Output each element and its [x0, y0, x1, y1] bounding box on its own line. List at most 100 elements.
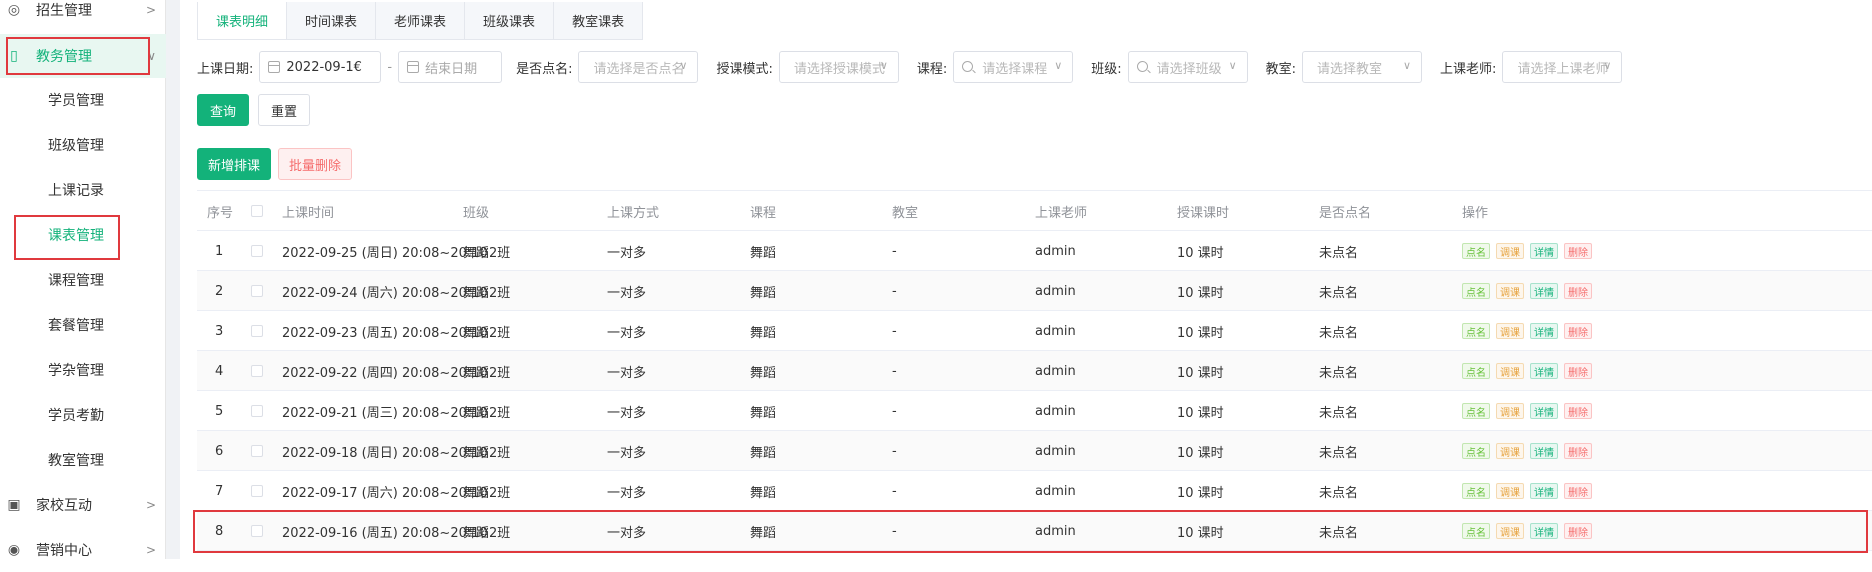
reschedule-button[interactable]: 调课	[1496, 363, 1524, 379]
details-button[interactable]: 详情	[1530, 323, 1558, 339]
sidebar-item-schedule[interactable]: 课表管理	[0, 213, 166, 257]
row-checkbox[interactable]	[251, 485, 263, 497]
delete-button[interactable]: 删除	[1564, 243, 1592, 259]
reschedule-button[interactable]: 调课	[1496, 403, 1524, 419]
select-all-checkbox-cell[interactable]	[251, 191, 263, 231]
details-button[interactable]: 详情	[1530, 403, 1558, 419]
sidebar-item-lesson-records[interactable]: 上课记录	[0, 168, 166, 212]
reset-button[interactable]: 重置	[258, 94, 310, 126]
table-row: 5 2022-09-21 (周三) 20:08~20:10 舞蹈2班 一对多 舞蹈 - ad…	[197, 391, 1872, 431]
row-checkbox-cell[interactable]	[251, 271, 263, 311]
gift-icon: ◉	[7, 542, 21, 558]
delete-button[interactable]: 删除	[1564, 443, 1592, 459]
row-checkbox-cell[interactable]	[251, 231, 263, 271]
roll-call-button[interactable]: 点名	[1462, 443, 1490, 459]
book-icon: ▯	[10, 48, 18, 64]
batch-delete-button[interactable]: 批量删除	[278, 148, 352, 180]
attendance-status: 未点名	[1319, 245, 1359, 261]
mode-select[interactable]: 请选择授课模式 ∨	[778, 51, 899, 83]
delete-button[interactable]: 删除	[1564, 483, 1592, 499]
lesson-hours: 10 课时	[1177, 485, 1224, 501]
menu-item-marketing[interactable]: ◉ 营销中心 >	[0, 528, 166, 572]
row-checkbox[interactable]	[251, 525, 263, 537]
row-checkbox-cell[interactable]	[251, 471, 263, 511]
delete-button[interactable]: 删除	[1564, 323, 1592, 339]
teacher-select[interactable]: 请选择上课老师 ∨	[1502, 51, 1623, 83]
details-button[interactable]: 详情	[1530, 443, 1558, 459]
row-actions: 点名 调课 详情 删除	[1462, 271, 1598, 311]
sidebar-item-fees[interactable]: 学杂管理	[0, 348, 166, 392]
row-checkbox-cell[interactable]	[251, 511, 263, 551]
menu-item-home-school[interactable]: ▣ 家校互动 >	[0, 483, 166, 527]
roll-call-button[interactable]: 点名	[1462, 403, 1490, 419]
room-select[interactable]: 请选择教室 ∨	[1302, 51, 1423, 83]
roll-call-button[interactable]: 点名	[1462, 283, 1490, 299]
reschedule-button[interactable]: 调课	[1496, 483, 1524, 499]
sidebar-item-packages[interactable]: 套餐管理	[0, 303, 166, 347]
reschedule-button[interactable]: 调课	[1496, 323, 1524, 339]
roll-call-button[interactable]: 点名	[1462, 323, 1490, 339]
sidebar-item-students[interactable]: 学员管理	[0, 78, 166, 122]
class-name: 舞蹈2班	[463, 525, 511, 541]
delete-button[interactable]: 删除	[1564, 403, 1592, 419]
date-end-placeholder: 结束日期	[425, 61, 478, 77]
roll-call-button[interactable]: 点名	[1462, 523, 1490, 539]
menu-item-enrollment[interactable]: ◎ 招生管理 >	[0, 0, 166, 32]
class-select[interactable]: 请选择班级 ∨	[1127, 51, 1248, 83]
reschedule-button[interactable]: 调课	[1496, 243, 1524, 259]
sidebar-item-classes[interactable]: 班级管理	[0, 123, 166, 167]
roll-call-button[interactable]: 点名	[1462, 363, 1490, 379]
date-start-input[interactable]: 2022-09-1€	[259, 51, 382, 83]
course-select[interactable]: 请选择课程 ∨	[953, 51, 1074, 83]
row-checkbox[interactable]	[251, 405, 263, 417]
reschedule-button[interactable]: 调课	[1496, 443, 1524, 459]
lesson-time: 2022-09-24 (周六) 20:08~20:10	[282, 285, 488, 301]
row-checkbox-cell[interactable]	[251, 431, 263, 471]
delete-button[interactable]: 删除	[1564, 363, 1592, 379]
sidebar-item-classrooms[interactable]: 教室管理	[0, 438, 166, 482]
course-name: 舞蹈	[750, 245, 777, 261]
tab-teacher-schedule[interactable]: 老师课表	[376, 2, 466, 39]
details-button[interactable]: 详情	[1530, 243, 1558, 259]
user-circle-icon: ◎	[7, 2, 21, 18]
row-checkbox-cell[interactable]	[251, 391, 263, 431]
details-button[interactable]: 详情	[1530, 483, 1558, 499]
tab-class-schedule[interactable]: 班级课表	[465, 2, 555, 39]
table-row: 7 2022-09-17 (周六) 20:08~20:10 舞蹈2班 一对多 舞蹈 - ad…	[197, 471, 1872, 511]
reschedule-button[interactable]: 调课	[1496, 523, 1524, 539]
reschedule-button[interactable]: 调课	[1496, 283, 1524, 299]
add-schedule-button[interactable]: 新增排课	[197, 148, 271, 180]
roll-call-button[interactable]: 点名	[1462, 483, 1490, 499]
classroom: -	[892, 523, 897, 539]
delete-button[interactable]: 删除	[1564, 283, 1592, 299]
teacher-name: admin	[1035, 323, 1076, 339]
details-button[interactable]: 详情	[1530, 523, 1558, 539]
row-checkbox[interactable]	[251, 445, 263, 457]
tab-schedule-detail[interactable]: 课表明细	[198, 2, 288, 39]
roll-call-button[interactable]: 点名	[1462, 243, 1490, 259]
chevron-down-icon: ∨	[1402, 59, 1412, 72]
sidebar-item-attendance[interactable]: 学员考勤	[0, 393, 166, 437]
tab-room-schedule[interactable]: 教室课表	[554, 2, 643, 39]
attendance-select[interactable]: 请选择是否点名 ∨	[578, 51, 699, 83]
classroom: -	[892, 363, 897, 379]
row-checkbox[interactable]	[251, 245, 263, 257]
details-button[interactable]: 详情	[1530, 363, 1558, 379]
row-checkbox-cell[interactable]	[251, 351, 263, 391]
select-all-checkbox[interactable]	[251, 205, 263, 217]
lesson-mode: 一对多	[607, 285, 647, 301]
row-checkbox-cell[interactable]	[251, 311, 263, 351]
class-name: 舞蹈2班	[463, 365, 511, 381]
tab-time-schedule[interactable]: 时间课表	[287, 2, 377, 39]
teacher-placeholder: 请选择上课老师	[1517, 61, 1609, 77]
row-checkbox[interactable]	[251, 285, 263, 297]
date-end-input[interactable]: 结束日期	[398, 51, 503, 83]
sidebar-item-courses[interactable]: 课程管理	[0, 258, 166, 302]
details-button[interactable]: 详情	[1530, 283, 1558, 299]
query-button[interactable]: 查询	[197, 94, 249, 126]
menu-item-academic[interactable]: ▯ 教务管理 ∨	[0, 34, 166, 78]
row-checkbox[interactable]	[251, 365, 263, 377]
teacher-name: admin	[1035, 443, 1076, 459]
delete-button[interactable]: 删除	[1564, 523, 1592, 539]
row-checkbox[interactable]	[251, 325, 263, 337]
